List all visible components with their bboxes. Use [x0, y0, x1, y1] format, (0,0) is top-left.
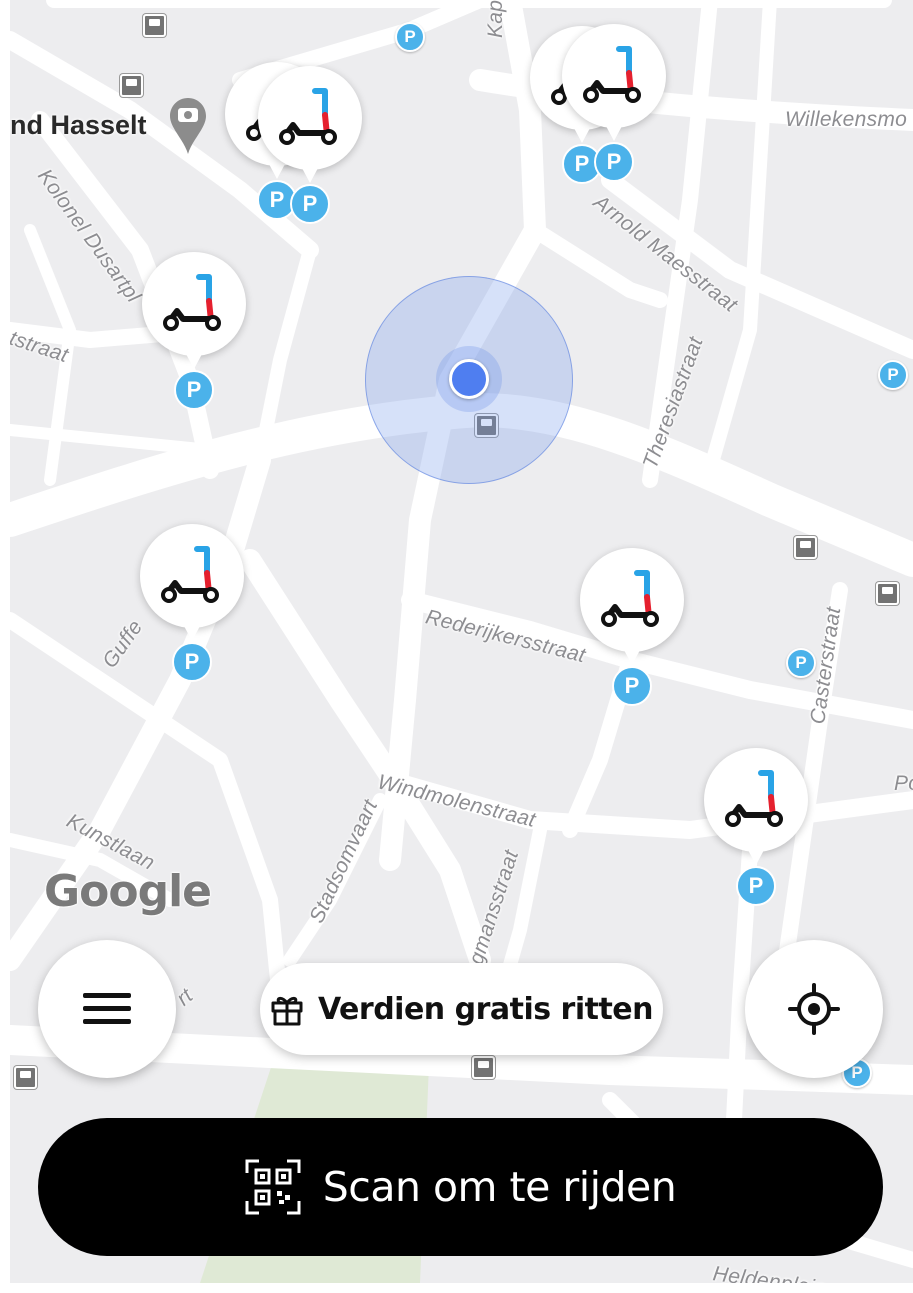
- top-card-edge: [46, 0, 892, 8]
- bus-stop-icon: [876, 582, 899, 605]
- map-base: [10, 0, 913, 1283]
- scooter-marker[interactable]: P: [140, 524, 244, 682]
- parking-badge: P: [174, 370, 214, 410]
- referral-button[interactable]: Verdien gratis ritten: [260, 963, 663, 1055]
- bus-stop-icon: [14, 1066, 37, 1089]
- app-screen: nd Hasselt Kaperm Willekensmo Kolonel Du…: [0, 0, 913, 1293]
- bus-stop-icon: [120, 74, 143, 97]
- bus-stop-icon: [472, 1056, 495, 1079]
- scooter-icon: [279, 88, 337, 145]
- marker-tail: [184, 626, 200, 641]
- scooter-marker[interactable]: P: [580, 548, 684, 706]
- menu-button[interactable]: [38, 940, 176, 1078]
- parking-badge: P: [290, 184, 330, 224]
- user-location-dot: [449, 359, 489, 399]
- hamburger-menu-icon: [83, 993, 131, 1024]
- marker-tail: [269, 164, 285, 179]
- bus-stop-icon: [143, 14, 166, 37]
- parking-badge: P: [736, 866, 776, 906]
- scooter-marker[interactable]: P: [704, 748, 808, 906]
- parking-marker[interactable]: P: [786, 648, 816, 678]
- scan-label: Scan om te rijden: [322, 1163, 677, 1211]
- scooter-marker[interactable]: P: [258, 66, 362, 224]
- qr-code-icon: [245, 1159, 301, 1215]
- referral-label: Verdien gratis ritten: [317, 991, 654, 1027]
- scan-to-ride-button[interactable]: Scan om te rijden: [38, 1118, 883, 1256]
- scooter-icon: [601, 570, 659, 627]
- camera-poi-icon: [170, 98, 206, 154]
- scooter-marker[interactable]: P: [142, 252, 246, 410]
- marker-tail: [606, 126, 622, 141]
- parking-badge: P: [172, 642, 212, 682]
- bus-stop-icon: [794, 536, 817, 559]
- parking-marker[interactable]: P: [878, 360, 908, 390]
- locate-me-button[interactable]: [745, 940, 883, 1078]
- scooter-marker[interactable]: P: [562, 24, 666, 182]
- gift-icon: [271, 996, 303, 1026]
- scooter-icon: [583, 46, 641, 103]
- google-logo: Google: [44, 866, 212, 917]
- map-view[interactable]: nd Hasselt Kaperm Willekensmo Kolonel Du…: [10, 0, 913, 1283]
- marker-tail: [574, 128, 590, 143]
- parking-badge: P: [594, 142, 634, 182]
- marker-tail: [624, 650, 640, 665]
- crosshair-icon: [788, 983, 840, 1035]
- marker-tail: [186, 354, 202, 369]
- marker-tail: [302, 168, 318, 183]
- scooter-icon: [161, 546, 219, 603]
- scooter-icon: [725, 770, 783, 827]
- scooter-icon: [163, 274, 221, 331]
- parking-marker[interactable]: P: [395, 22, 425, 52]
- parking-badge: P: [612, 666, 652, 706]
- marker-tail: [748, 850, 764, 865]
